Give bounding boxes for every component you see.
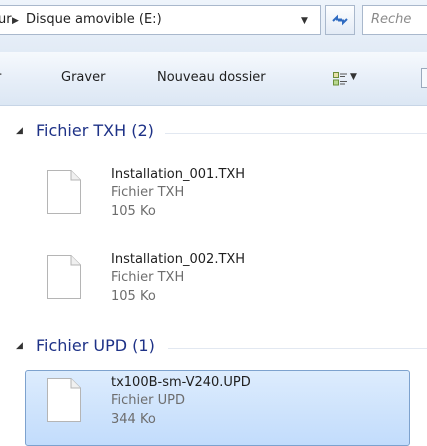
group-title: Fichier TXH (2) xyxy=(36,121,154,140)
command-bar: r Graver Nouveau dossier ▼ xyxy=(0,52,427,106)
file-size: 105 Ko xyxy=(111,204,156,219)
file-icon xyxy=(47,255,81,299)
burn-button[interactable]: Graver xyxy=(61,70,105,85)
chevron-down-icon[interactable]: ▼ xyxy=(350,72,357,82)
group-header-upd[interactable]: ◢ Fichier UPD (1) xyxy=(16,336,427,362)
breadcrumb-segment-current[interactable]: Disque amovible (E:) xyxy=(26,6,162,34)
file-name: tx100B-sm-V240.UPD xyxy=(111,375,251,390)
collapse-triangle-icon[interactable]: ◢ xyxy=(16,341,23,351)
list-item[interactable]: tx100B-sm-V240.UPD Fichier UPD 344 Ko xyxy=(25,370,410,446)
chevron-down-icon[interactable]: ▼ xyxy=(301,7,308,35)
group-header-txh[interactable]: ◢ Fichier TXH (2) xyxy=(16,121,427,147)
file-size: 105 Ko xyxy=(111,289,156,304)
file-name: Installation_001.TXH xyxy=(111,167,246,182)
refresh-icon xyxy=(332,14,348,26)
pane-toggle-button[interactable] xyxy=(421,68,427,88)
list-item[interactable]: Installation_001.TXH Fichier TXH 105 Ko xyxy=(25,164,410,240)
file-icon xyxy=(47,170,81,214)
file-type: Fichier UPD xyxy=(111,393,185,408)
file-icon xyxy=(47,378,81,422)
file-size: 344 Ko xyxy=(111,412,156,427)
file-type: Fichier TXH xyxy=(111,185,185,200)
group-title: Fichier UPD (1) xyxy=(36,336,155,355)
breadcrumb[interactable]: ur ▶ Disque amovible (E:) ▼ xyxy=(0,5,321,35)
group-divider xyxy=(165,133,427,134)
list-item[interactable]: Installation_002.TXH Fichier TXH 105 Ko xyxy=(25,249,410,325)
refresh-button[interactable] xyxy=(325,5,355,35)
new-folder-button[interactable]: Nouveau dossier xyxy=(157,70,266,85)
address-bar: ur ▶ Disque amovible (E:) ▼ Reche xyxy=(0,0,427,52)
file-name: Installation_002.TXH xyxy=(111,252,246,267)
view-options-icon[interactable] xyxy=(333,72,347,86)
command-previous[interactable]: r xyxy=(0,70,1,85)
search-input[interactable]: Reche xyxy=(362,5,427,35)
group-divider xyxy=(168,348,427,349)
collapse-triangle-icon[interactable]: ◢ xyxy=(16,126,23,136)
file-type: Fichier TXH xyxy=(111,270,185,285)
breadcrumb-segment-previous[interactable]: ur xyxy=(0,6,12,34)
chevron-right-icon[interactable]: ▶ xyxy=(12,7,19,35)
